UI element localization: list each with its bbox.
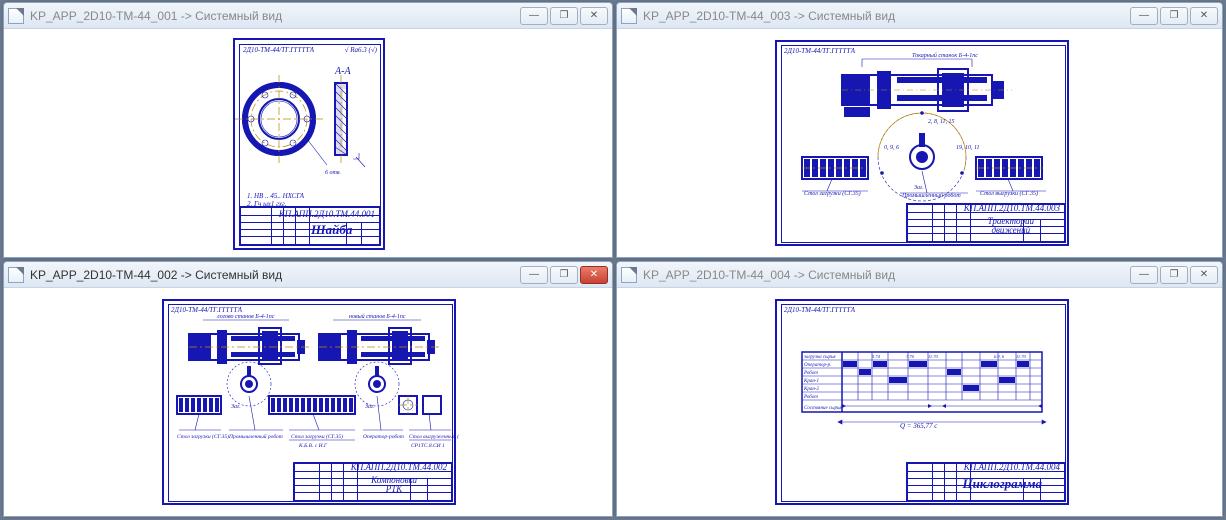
svg-text:новый станов Б-4-1пс: новый станов Б-4-1пс [349, 313, 406, 320]
svg-text:К.Б.В. с И.Г: К.Б.В. с И.Г [298, 443, 328, 449]
svg-text:6.9, 6: 6.9, 6 [994, 354, 1005, 360]
maximize-button[interactable]: ❐ [1160, 7, 1188, 25]
mdi-window-001[interactable]: KP_APP_2D10-TM-44_001 -> Системный вид —… [3, 2, 613, 258]
svg-text:Q = 365,77 с: Q = 365,77 с [900, 422, 938, 430]
drawing-viewport[interactable]: 2Д10-ТМ-44/ТГ.ГГГГГА [4, 288, 612, 516]
maximize-button[interactable]: ❐ [550, 7, 578, 25]
svg-text:Стол загрузки (СГ.35): Стол загрузки (СГ.35) [291, 433, 343, 440]
svg-text:Промышленный робот: Промышленный робот [228, 433, 283, 440]
svg-text:загрузка сырья: загрузка сырья [803, 355, 836, 360]
tb-name: КомпоновкаРТК [371, 476, 417, 494]
document-icon [8, 8, 24, 24]
maximize-button[interactable]: ❐ [1160, 266, 1188, 284]
titlebar[interactable]: KP_APP_2D10-TM-44_001 -> Системный вид —… [4, 3, 612, 29]
drawing-viewport[interactable]: 2Д10-ТМ-44/ТГ.ГГГГГА √ Ra6.3 (√) [4, 29, 612, 257]
svg-text:Токарный станок Б-4-1пс: Токарный станок Б-4-1пс [912, 52, 978, 59]
svg-text:Кран-2: Кран-2 [803, 387, 819, 392]
title-text: KP_APP_2D10-TM-44_004 -> Системный вид [643, 268, 895, 282]
drawing-viewport[interactable]: 2Д10-ТМ-44/ТГ.ГГГГГА [617, 288, 1222, 516]
close-button[interactable]: ✕ [580, 7, 608, 25]
minimize-button[interactable]: — [1130, 266, 1158, 284]
minimize-button[interactable]: — [520, 7, 548, 25]
close-button[interactable]: ✕ [580, 266, 608, 284]
svg-text:2, 8, 11, 15: 2, 8, 11, 15 [928, 119, 955, 125]
tb-docnum: КП.АПП.2Д10.ТМ.44.003 [964, 203, 1060, 213]
svg-text:7.76: 7.76 [906, 354, 915, 359]
titlebar[interactable]: KP_APP_2D10-TM-44_004 -> Системный вид —… [617, 262, 1222, 288]
svg-text:Заг.: Заг. [914, 185, 924, 191]
minimize-button[interactable]: — [520, 266, 548, 284]
document-icon [8, 267, 24, 283]
document-icon [621, 8, 637, 24]
svg-text:19, 10, 11: 19, 10, 11 [956, 145, 980, 151]
drawing-viewport[interactable]: 2Д10-ТМ-44/ТГ.ГГГГГА [617, 29, 1222, 257]
mdi-window-004[interactable]: KP_APP_2D10-TM-44_004 -> Системный вид —… [616, 261, 1223, 517]
close-button[interactable]: ✕ [1190, 266, 1218, 284]
tb-docnum: КП.АПП.2Д10.ТМ.44.001 [279, 209, 375, 219]
svg-text:СР1ТС.8.СИ 1: СР1ТС.8.СИ 1 [411, 443, 445, 449]
svg-text:Робот: Робот [803, 395, 818, 400]
maximize-button[interactable]: ❐ [550, 266, 578, 284]
svg-text:Стол выгруженный (СГ.35): Стол выгруженный (СГ.35) [409, 433, 459, 440]
tb-docnum: КП.АПП.2Д10.ТМ.44.004 [964, 462, 1060, 472]
titlebar[interactable]: KP_APP_2D10-TM-44_003 -> Системный вид —… [617, 3, 1222, 29]
mdi-window-002[interactable]: KP_APP_2D10-TM-44_002 -> Системный вид —… [3, 261, 613, 517]
svg-text:11.70: 11.70 [1016, 354, 1027, 359]
svg-text:Стол загрузки (СГ.35): Стол загрузки (СГ.35) [177, 433, 229, 440]
note-1: 1. HB .. 45.. НХСГА [247, 192, 304, 200]
svg-text:Заг.: Заг. [365, 404, 375, 410]
tb-name: Траекториидвижений [988, 217, 1034, 235]
tb-docnum: КП.АПП.2Д10.ТМ.44.002 [351, 462, 447, 472]
svg-text:Оператор-р.: Оператор-р. [804, 363, 831, 368]
document-icon [621, 267, 637, 283]
titlebar[interactable]: KP_APP_2D10-TM-44_002 -> Системный вид —… [4, 262, 612, 288]
svg-text:А-А: А-А [334, 66, 351, 77]
svg-text:Кран-1: Кран-1 [803, 379, 819, 384]
tb-name: Шайба [311, 222, 352, 238]
title-text: KP_APP_2D10-TM-44_002 -> Системный вид [30, 268, 282, 282]
title-text: KP_APP_2D10-TM-44_001 -> Системный вид [30, 9, 282, 23]
svg-text:11.70: 11.70 [928, 354, 939, 359]
svg-text:Заг.: Заг. [231, 404, 241, 410]
title-text: KP_APP_2D10-TM-44_003 -> Системный вид [643, 9, 895, 23]
svg-text:0, 9, 6: 0, 9, 6 [884, 145, 899, 151]
minimize-button[interactable]: — [1130, 7, 1158, 25]
svg-text:логово станов Б-4-1пс: логово станов Б-4-1пс [216, 313, 275, 320]
svg-text:Состояние сырья: Состояние сырья [804, 406, 842, 411]
svg-text:Робот: Робот [803, 371, 818, 376]
svg-text:Оператор-робот: Оператор-робот [363, 433, 404, 440]
svg-text:5.74: 5.74 [872, 354, 881, 359]
mdi-window-003[interactable]: KP_APP_2D10-TM-44_003 -> Системный вид —… [616, 2, 1223, 258]
close-button[interactable]: ✕ [1190, 7, 1218, 25]
tb-name: Циклограмма [963, 476, 1042, 492]
svg-text:6 отв.: 6 отв. [325, 170, 341, 176]
